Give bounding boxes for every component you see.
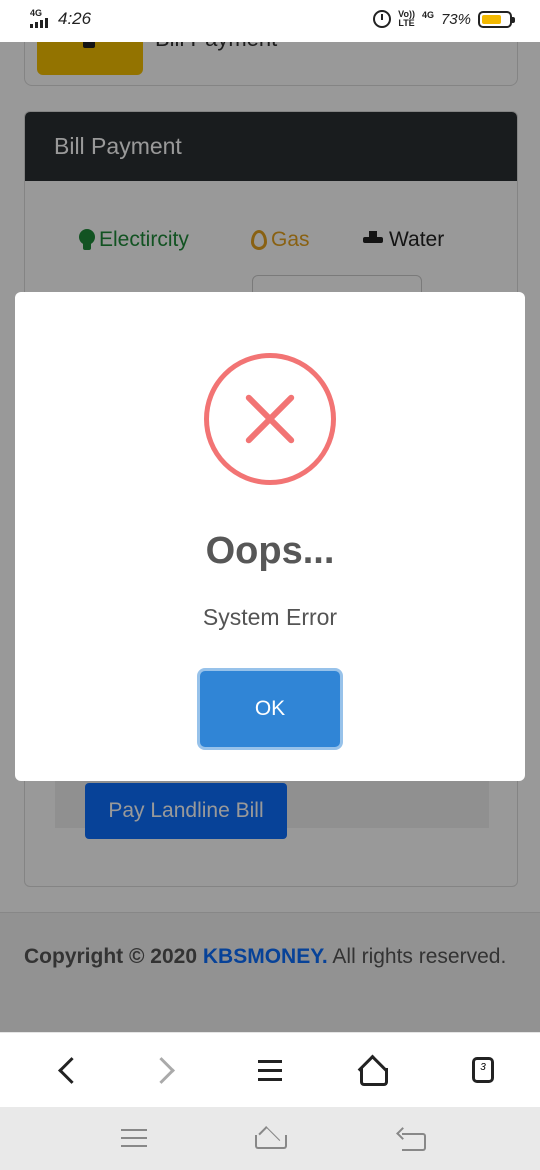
menu-icon[interactable] [252,1053,288,1089]
tab-count: 3 [472,1057,494,1083]
forward-icon[interactable] [148,1053,184,1089]
tabs-icon[interactable]: 3 [466,1053,502,1089]
browser-toolbar: 3 [0,1032,540,1107]
system-home-icon[interactable] [252,1127,288,1151]
dialog-message: System Error [202,604,338,630]
network-type: 4G [30,8,43,18]
battery-percent: 73% [440,10,471,28]
network-type-secondary: 4G [421,10,434,20]
clock: 4:26 [58,9,92,28]
dialog-title: Oops... [205,530,335,572]
alarm-icon [373,10,392,28]
system-nav-bar [0,1107,540,1170]
error-dialog: Oops... System Error OK [15,292,525,781]
volte-indicator: Vo)) LTE [398,9,415,28]
ok-button[interactable]: OK [200,671,340,747]
recents-icon[interactable] [117,1127,153,1151]
system-back-icon[interactable] [396,1127,432,1151]
home-icon[interactable] [353,1053,389,1089]
battery-icon [478,10,515,28]
signal-icon: 4G [30,8,52,30]
error-x-icon [204,353,336,485]
status-bar: 4G 4:26 Vo)) LTE 4G 73% [0,0,540,42]
back-icon[interactable] [48,1053,84,1089]
